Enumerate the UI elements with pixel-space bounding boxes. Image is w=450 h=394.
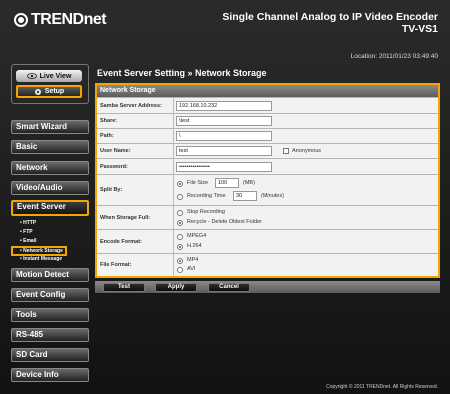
stop-recording-radio[interactable] <box>177 210 183 216</box>
avi-label: AVI <box>187 266 196 272</box>
nav-event-config[interactable]: Event Config <box>11 288 89 302</box>
mpeg4-radio[interactable] <box>177 234 183 240</box>
form-row-split: Split By: File Size (MB) Recording Time … <box>97 174 438 205</box>
subnav-http[interactable]: • HTTP <box>20 220 36 227</box>
copyright: Copyright © 2011 TRENDnet. All Rights Re… <box>326 384 438 390</box>
cancel-button[interactable]: Cancel <box>208 283 250 292</box>
file-format-label: File Format: <box>100 262 132 268</box>
nav-tools[interactable]: Tools <box>11 308 89 322</box>
split-label: Split By: <box>100 187 123 193</box>
nav-sd-card[interactable]: SD Card <box>11 348 89 362</box>
divider <box>173 175 174 205</box>
samba-label: Samba Server Address: <box>100 102 162 109</box>
app-window: TRENDnet Single Channel Analog to IP Vid… <box>0 0 450 394</box>
divider <box>173 254 174 276</box>
form-row-path: Path: <box>97 128 438 143</box>
divider <box>173 230 174 253</box>
password-input[interactable]: •••••••••••••••• <box>176 162 272 172</box>
nav-smart-wizard[interactable]: Smart Wizard <box>11 120 89 134</box>
product-title: Single Channel Analog to IP Video Encode… <box>222 11 438 35</box>
form-row-share: Share: <box>97 113 438 128</box>
brand-logo: TRENDnet <box>14 11 107 29</box>
nav-event-server[interactable]: Event Server <box>11 200 89 216</box>
user-label: User Name: <box>100 148 131 154</box>
mp4-label: MP4 <box>187 257 199 263</box>
divider <box>173 114 174 128</box>
password-label: Password: <box>100 163 128 170</box>
network-storage-panel: Network Storage Samba Server Address: Sh… <box>95 83 440 278</box>
setup-label: Setup <box>44 88 65 95</box>
location-bar: Location: 2011/01/23 03:49:40 <box>351 53 438 60</box>
split-file-size-label: File Size <box>187 180 209 186</box>
form-row-storage-full: When Storage Full: Stop Recording Recycl… <box>97 205 438 229</box>
path-label: Path: <box>100 133 114 139</box>
divider <box>173 159 174 174</box>
setup-button[interactable]: Setup <box>16 85 82 98</box>
split-recording-time-radio[interactable] <box>177 194 183 200</box>
subnav-ftp[interactable]: • FTP <box>20 229 33 236</box>
test-button[interactable]: Test <box>103 283 145 292</box>
h264-radio[interactable] <box>177 244 183 250</box>
live-view-label: Live View <box>39 72 72 80</box>
nav-basic[interactable]: Basic <box>11 140 89 154</box>
divider <box>173 206 174 229</box>
mpeg4-label: MPEG4 <box>187 233 207 239</box>
subnav-network-storage[interactable]: • Network Storage <box>11 246 67 256</box>
file-size-unit: (MB) <box>243 180 255 186</box>
anonymous-label: Anonymous <box>292 148 322 154</box>
recycle-label: Recycle - Delete Oldest Folder <box>187 219 262 225</box>
storage-full-label: When Storage Full: <box>100 214 151 221</box>
subnav-email[interactable]: • Email <box>20 238 36 245</box>
divider <box>173 98 174 113</box>
nav-network[interactable]: Network <box>11 161 89 175</box>
action-bar <box>95 281 440 293</box>
anonymous-checkbox[interactable] <box>283 148 289 154</box>
share-input[interactable] <box>176 116 272 126</box>
nav-video-audio[interactable]: Video/Audio <box>11 181 89 195</box>
product-name: Single Channel Analog to IP Video Encode… <box>222 11 438 23</box>
stop-recording-label: Stop Recording <box>187 209 225 215</box>
split-recording-time-label: Recording Time <box>187 193 226 199</box>
trendnet-logo-icon <box>14 13 28 27</box>
location-label: Location: <box>350 53 378 60</box>
form-row-user: User Name: Anonymous <box>97 143 438 158</box>
split-file-size-radio[interactable] <box>177 181 183 187</box>
nav-motion-detect[interactable]: Motion Detect <box>11 268 89 282</box>
subnav-instant-message[interactable]: • Instant Message <box>20 256 62 263</box>
eye-icon <box>26 73 37 79</box>
recording-time-input[interactable] <box>233 191 257 201</box>
file-size-input[interactable] <box>215 178 239 188</box>
path-input[interactable] <box>176 131 272 141</box>
section-title: Network Storage <box>97 85 438 97</box>
encode-label: Encode Format: <box>100 238 142 245</box>
divider <box>173 144 174 158</box>
brand-name: TRENDnet <box>31 11 107 28</box>
form-row-samba: Samba Server Address: <box>97 97 438 113</box>
form-row-file-format: File Format: MP4 AVI <box>97 253 438 276</box>
header: TRENDnet Single Channel Analog to IP Vid… <box>0 0 450 50</box>
h264-label: H.264 <box>187 243 202 249</box>
datetime: 2011/01/23 03:49:40 <box>378 53 438 60</box>
form-row-encode: Encode Format: MPEG4 H.264 <box>97 229 438 253</box>
nav-rs485[interactable]: RS-485 <box>11 328 89 342</box>
product-model: TV-VS1 <box>401 23 438 35</box>
divider <box>173 129 174 143</box>
recycle-radio[interactable] <box>177 220 183 226</box>
samba-address-input[interactable] <box>176 101 272 111</box>
nav-device-info[interactable]: Device Info <box>11 368 89 382</box>
live-view-button[interactable]: Live View <box>16 70 82 82</box>
recording-time-unit: (Minutes) <box>261 193 284 199</box>
form-row-password: Password: •••••••••••••••• <box>97 158 438 174</box>
mp4-radio[interactable] <box>177 258 183 264</box>
apply-button[interactable]: Apply <box>155 283 197 292</box>
gear-icon <box>34 88 41 95</box>
page-title: Event Server Setting » Network Storage <box>97 68 267 78</box>
username-input[interactable] <box>176 146 272 156</box>
avi-radio[interactable] <box>177 267 183 273</box>
share-label: Share: <box>100 118 118 124</box>
